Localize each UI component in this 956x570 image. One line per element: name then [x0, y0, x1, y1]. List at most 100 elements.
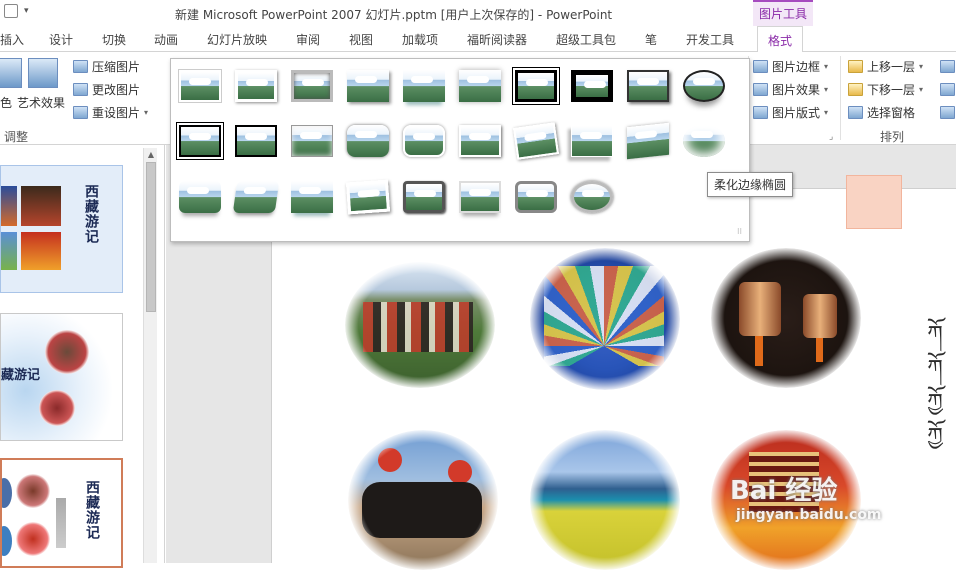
style-compound-frame-black[interactable] — [179, 125, 221, 157]
thumb-photo — [1, 186, 17, 226]
lake-field-photo[interactable] — [530, 430, 680, 570]
style-bevel-perspective[interactable] — [232, 181, 280, 213]
style-simple-frame-gray[interactable] — [291, 70, 333, 102]
tibetan-line: ཀོ — [927, 322, 943, 347]
align-icon[interactable] — [940, 60, 955, 73]
thumb-photo — [2, 478, 12, 508]
style-relaxed-perspective[interactable] — [627, 122, 669, 160]
reset-picture-icon — [73, 106, 88, 119]
title-bar: ▾ 新建 Microsoft PowerPoint 2007 幻灯片.pptm … — [0, 0, 956, 26]
adjust-group-label: 调整 — [4, 130, 29, 144]
dialog-launcher-icon[interactable]: ⌟ — [829, 132, 833, 142]
picture-effects-button[interactable]: 图片效果 ▾ — [753, 81, 828, 98]
style-soft-edge-rectangle-2[interactable] — [291, 125, 333, 157]
prayer-wheels-photo[interactable] — [711, 248, 861, 388]
tab-animations[interactable]: 动画 — [154, 31, 178, 48]
style-bevel-rectangle[interactable] — [179, 181, 221, 213]
picture-border-label: 图片边框 — [772, 60, 821, 74]
style-rotated-frame[interactable] — [345, 179, 391, 215]
tab-review[interactable]: 审阅 — [296, 31, 320, 48]
style-snip-diagonal-corner[interactable] — [403, 125, 445, 157]
color-icon[interactable] — [0, 58, 22, 88]
prayer-wheel-handle-2 — [816, 338, 823, 362]
style-simple-frame-white[interactable] — [179, 70, 221, 102]
dancers-photo[interactable] — [345, 262, 495, 388]
slide-thumbnail-1[interactable]: 西藏游记 — [0, 165, 123, 293]
gallery-resize-grip-icon[interactable]: ⁝⁝ — [737, 227, 742, 236]
style-metal-rounded-rectangle[interactable] — [515, 181, 557, 213]
send-backward-label: 下移一层 — [867, 83, 916, 97]
tab-transitions[interactable]: 切换 — [102, 31, 126, 48]
window-title: 新建 Microsoft PowerPoint 2007 幻灯片.pptm [用… — [175, 8, 613, 22]
style-drop-shadow-rectangle[interactable] — [347, 70, 389, 102]
picture-border-button[interactable]: 图片边框 ▾ — [753, 58, 828, 75]
tab-foxit-reader[interactable]: 福昕阅读器 — [467, 31, 527, 48]
style-moderate-frame[interactable] — [459, 125, 501, 157]
style-metal-frame[interactable] — [403, 181, 445, 213]
compress-pictures-button[interactable]: 压缩图片 — [73, 58, 140, 75]
tab-insert[interactable]: 插入 — [0, 31, 24, 48]
slide-thumbnail-2[interactable]: 藏游记 — [0, 313, 123, 441]
tab-super-toolkit[interactable]: 超级工具包 — [556, 31, 616, 48]
tab-design[interactable]: 设计 — [49, 31, 73, 48]
artistic-effects-icon[interactable] — [28, 58, 58, 88]
compress-label: 压缩图片 — [92, 60, 141, 74]
yaks-photo[interactable] — [348, 430, 498, 570]
slide-thumbnail-3[interactable]: 西藏游记 — [0, 458, 123, 568]
tibetan-line: ཀོ — [927, 356, 943, 381]
color-button[interactable]: 色 — [0, 94, 12, 111]
style-soft-edge-oval[interactable] — [683, 125, 725, 157]
tab-format[interactable]: 格式 — [757, 26, 804, 53]
selection-pane-icon — [848, 106, 863, 119]
tab-addins[interactable]: 加载项 — [402, 31, 438, 48]
selection-pane-button[interactable]: 选择窗格 — [848, 104, 915, 121]
qat-dropdown-icon[interactable]: ▾ — [24, 6, 29, 16]
prayer-wheel-handle-1 — [755, 336, 763, 366]
chevron-down-icon: ▾ — [144, 108, 149, 117]
yak-bodies — [362, 482, 482, 538]
style-reflected-perspective[interactable] — [459, 181, 501, 213]
style-reflected-rectangle[interactable] — [403, 70, 445, 102]
style-rotated-white[interactable] — [512, 122, 560, 160]
save-icon[interactable] — [4, 4, 18, 18]
picture-border-icon — [753, 60, 768, 73]
style-thick-matte-black[interactable] — [571, 70, 613, 102]
group-icon[interactable] — [940, 83, 955, 96]
style-double-frame-black[interactable] — [515, 70, 557, 102]
scroll-thumb[interactable] — [146, 162, 156, 312]
thumb-photo — [1, 232, 17, 270]
style-center-shadow-rectangle[interactable] — [235, 125, 277, 157]
style-perspective-shadow[interactable] — [571, 125, 613, 157]
slides-panel: 西藏游记 藏游记 西藏游记 — [0, 145, 165, 568]
reset-picture-button[interactable]: 重设图片 ▾ — [73, 104, 148, 121]
bring-forward-button[interactable]: 上移一层 ▾ — [848, 58, 923, 75]
thumb-photo — [16, 522, 50, 556]
scroll-up-icon[interactable]: ▲ — [144, 148, 158, 162]
style-reflected-bevel[interactable] — [291, 181, 333, 213]
slides-scrollbar[interactable]: ▲ — [143, 148, 157, 563]
tibetan-line: ཀྱོ — [927, 424, 943, 449]
tab-pen[interactable]: 笔 — [645, 31, 657, 48]
thumb-photo — [45, 330, 89, 374]
change-picture-button[interactable]: 更改图片 — [73, 81, 140, 98]
gallery-item-hover-highlight — [846, 175, 902, 229]
picture-layout-button[interactable]: 图片版式 ▾ — [753, 104, 828, 121]
tab-slideshow[interactable]: 幻灯片放映 — [207, 31, 267, 48]
style-soft-edge-rectangle[interactable] — [459, 70, 501, 102]
prayer-flags-photo[interactable] — [530, 248, 680, 390]
style-beveled-oval-black[interactable] — [683, 70, 725, 102]
prayer-wheel-2 — [803, 294, 837, 338]
tibetan-text: ཀོ ཀོ ཀྱོ ཀྱོ — [918, 318, 952, 454]
tab-developer[interactable]: 开发工具 — [686, 31, 734, 48]
tibetan-line: ཀྱོ — [927, 390, 943, 415]
style-thick-matte-white[interactable] — [235, 70, 277, 102]
style-simple-frame-black[interactable] — [627, 70, 669, 102]
style-metal-oval[interactable] — [571, 181, 613, 213]
rotate-icon[interactable] — [940, 106, 955, 119]
reset-picture-label: 重设图片 — [92, 106, 141, 120]
send-backward-button[interactable]: 下移一层 ▾ — [848, 81, 923, 98]
artistic-effects-button[interactable]: 艺术效果 — [17, 94, 65, 111]
style-rounded-diagonal-corner[interactable] — [347, 125, 389, 157]
style-tooltip: 柔化边缘椭圆 — [707, 172, 794, 197]
tab-view[interactable]: 视图 — [349, 31, 373, 48]
